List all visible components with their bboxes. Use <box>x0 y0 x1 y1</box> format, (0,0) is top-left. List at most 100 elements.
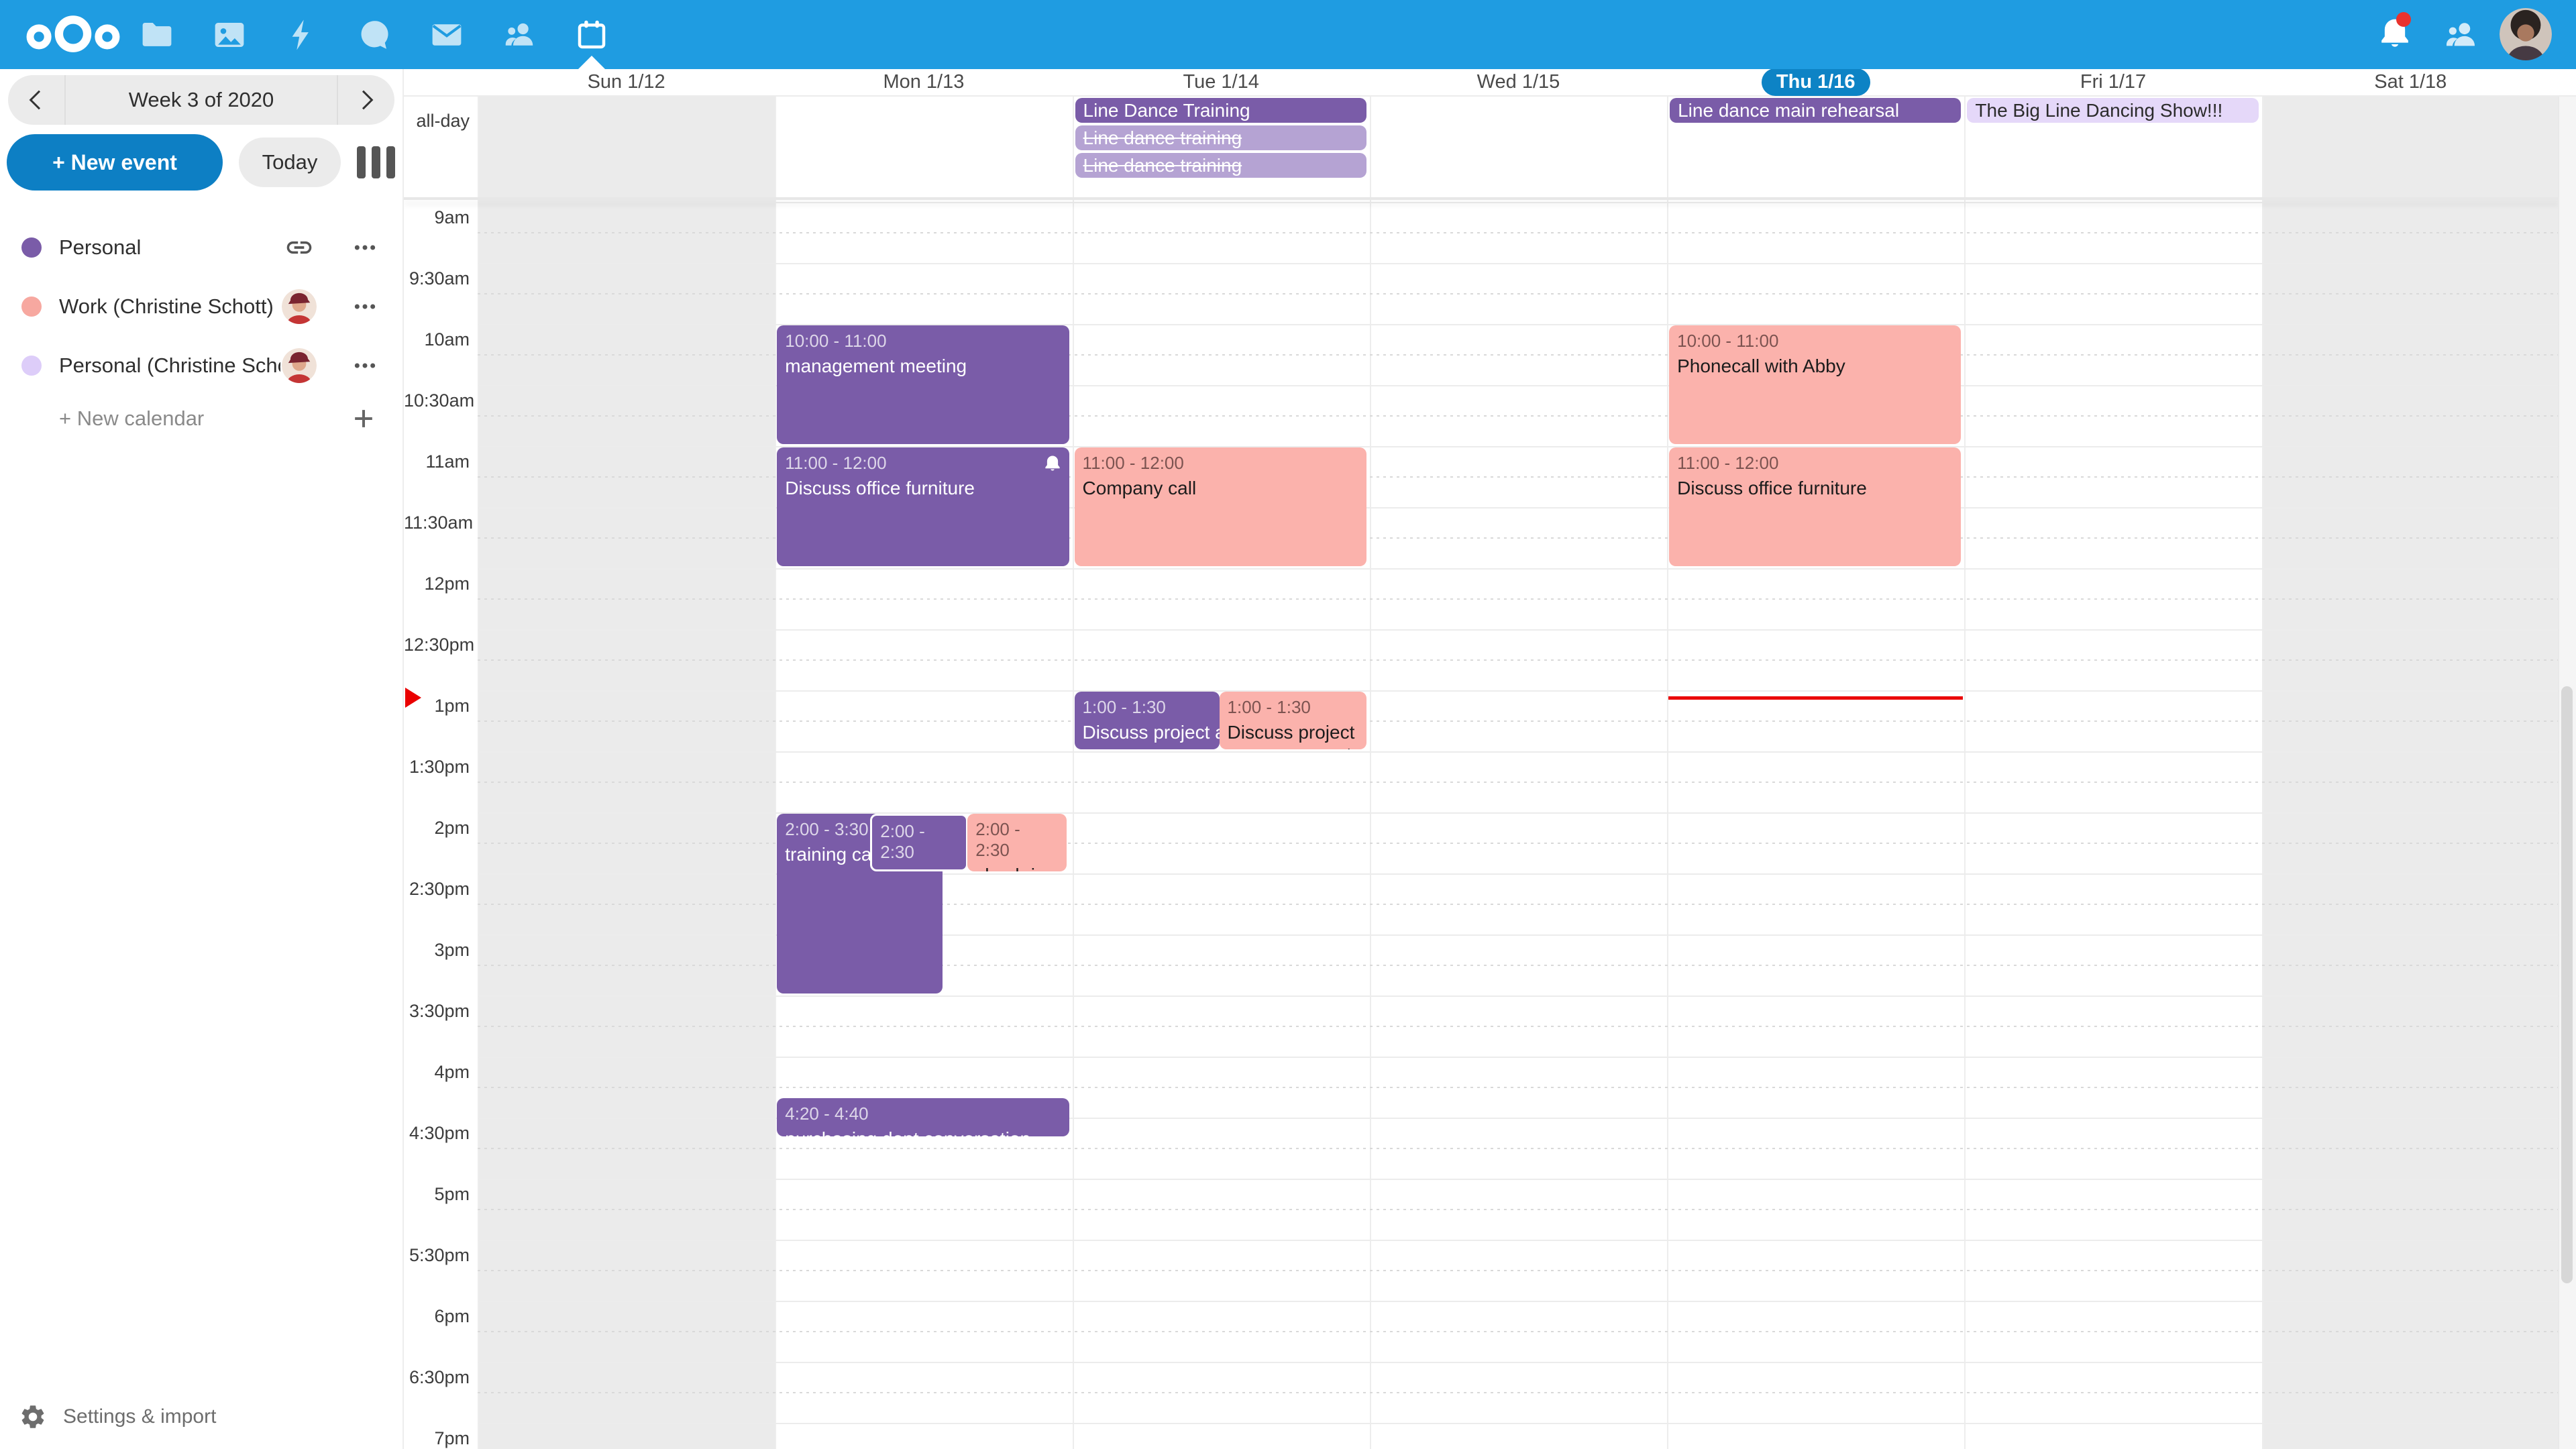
grid-line-half-hour <box>478 1423 2559 1424</box>
allday-event[interactable]: Line dance training <box>1075 125 1366 150</box>
calendar-actions-menu-icon[interactable] <box>350 292 380 321</box>
calendar-name: Personal <box>59 235 141 260</box>
current-time-line <box>1668 696 1963 700</box>
time-gutter-label: 11:30am <box>404 513 470 533</box>
day-header-thu[interactable]: Thu 1/16 <box>1667 69 1964 95</box>
event-title: Discuss project announcement <box>1228 721 1358 749</box>
calendar-list: Personal Work (Christine Schott) Personal … <box>0 218 402 395</box>
event-check-in[interactable]: 2:00 - 2:30check-in <box>967 814 1067 871</box>
calendar-actions-menu-icon[interactable] <box>350 351 380 380</box>
allday-event[interactable]: Line Dance Training <box>1075 98 1366 123</box>
day-header-wed[interactable]: Wed 1/15 <box>1370 69 1667 95</box>
grid-line-half-hour <box>478 1240 2559 1241</box>
settings-import-label: Settings & import <box>63 1405 216 1428</box>
new-event-button[interactable]: + New event <box>7 134 223 191</box>
time-gutter-label: 9:30am <box>404 268 470 289</box>
grid-line-half-hour <box>478 1301 2559 1302</box>
event-company-call[interactable]: 11:00 - 12:00Company call <box>1075 447 1366 566</box>
event-title: Phonecall with Abby <box>1677 355 1953 377</box>
app-mail-icon[interactable] <box>411 0 483 69</box>
view-bar <box>372 146 380 178</box>
previous-week-button[interactable] <box>8 75 64 125</box>
weekend-column-background <box>2262 95 2559 1449</box>
day-header-tue[interactable]: Tue 1/14 <box>1073 69 1370 95</box>
time-gutter-label: 10:30am <box>404 390 470 411</box>
day-header-mon[interactable]: Mon 1/13 <box>775 69 1072 95</box>
day-header-fri[interactable]: Fri 1/17 <box>1964 69 2261 95</box>
event-purchasing-dept-conversation[interactable]: 4:20 - 4:40purchasing dept conversation <box>777 1098 1069 1136</box>
calendar-name: Personal (Christine Scho... <box>59 354 280 378</box>
contacts-menu-icon[interactable] <box>2442 16 2479 54</box>
view-bar <box>386 146 395 178</box>
week-label[interactable]: Week 3 of 2020 <box>64 75 338 125</box>
app-talk-icon[interactable] <box>338 0 411 69</box>
notifications-bell-icon[interactable] <box>2376 16 2414 54</box>
allday-event[interactable]: The Big Line Dancing Show!!! <box>1967 98 2258 123</box>
event-phonecall-with-abby[interactable]: 10:00 - 11:00Phonecall with Abby <box>1669 325 1961 444</box>
day-column-divider <box>2262 69 2263 1449</box>
allday-event[interactable]: Line dance training <box>1075 153 1366 178</box>
event-discuss-office-furniture[interactable]: 11:00 - 12:00Discuss office furniture <box>1669 447 1961 566</box>
event-discuss-project-announcement[interactable]: 1:00 - 1:30 Discuss project announcement <box>1075 692 1220 749</box>
event-check-in[interactable]: 2:00 - 2:30check-in <box>870 814 968 871</box>
time-gutter-label: 11am <box>404 451 470 472</box>
grid-line-quarter-hour <box>478 1087 2559 1088</box>
day-header-label: Mon 1/13 <box>883 71 964 93</box>
calendar-list-item[interactable]: Personal <box>0 218 402 277</box>
day-header-row: Sun 1/12 Mon 1/13 Tue 1/14Wed 1/15Thu 1/16… <box>404 69 2576 97</box>
time-gutter-label: 6pm <box>404 1306 470 1327</box>
app-photos-icon[interactable] <box>193 0 266 69</box>
grid-line-half-hour <box>478 1362 2559 1363</box>
allday-event[interactable]: Line dance main rehearsal <box>1670 98 1961 123</box>
event-discuss-project-announcement[interactable]: 1:00 - 1:30Discuss project announcement <box>1220 692 1366 749</box>
app-contacts-icon[interactable] <box>483 0 555 69</box>
scrollbar-thumb[interactable] <box>2561 686 2573 1283</box>
settings-import-button[interactable]: Settings & import <box>0 1395 402 1438</box>
grid-line-quarter-hour <box>478 1392 2559 1393</box>
weekend-column-background <box>478 95 775 1449</box>
nextcloud-logo[interactable] <box>23 13 123 55</box>
event-time: 2:00 - 2:30 <box>880 821 958 863</box>
event-time: 11:00 - 12:00 <box>785 453 1061 474</box>
grid-line-half-hour <box>478 690 2559 692</box>
event-time: 1:00 - 1:30 <box>1083 697 1212 718</box>
event-title: Discuss project announcement <box>1083 721 1212 743</box>
grid-line-half-hour <box>478 1179 2559 1180</box>
calendar-list-item[interactable]: Personal (Christine Scho... <box>0 336 402 395</box>
calendar-color-dot <box>21 356 42 376</box>
calendar-week-view[interactable]: Sun 1/12 Mon 1/13 Tue 1/14Wed 1/15Thu 1/16… <box>404 69 2576 1449</box>
app-files-icon[interactable] <box>121 0 193 69</box>
notification-badge <box>2396 12 2411 27</box>
day-column-divider <box>1073 69 1074 1449</box>
day-header-sat[interactable]: Sat 1/18 <box>2262 69 2559 95</box>
day-header-label: Sun 1/12 <box>588 71 665 93</box>
next-week-button[interactable] <box>338 75 394 125</box>
today-button[interactable]: Today <box>239 138 341 187</box>
calendar-color-dot <box>21 237 42 258</box>
event-title: Company call <box>1083 477 1358 499</box>
day-column-divider <box>1370 69 1371 1449</box>
share-link-icon[interactable] <box>282 230 317 265</box>
new-calendar-button[interactable]: + New calendar <box>0 395 402 442</box>
day-header-sun[interactable]: Sun 1/12 <box>478 69 775 95</box>
grid-line-quarter-hour <box>478 598 2559 600</box>
calendar-actions-menu-icon[interactable] <box>350 233 380 262</box>
view-switcher-icon[interactable] <box>357 146 395 178</box>
calendar-list-item[interactable]: Work (Christine Schott) <box>0 277 402 336</box>
day-column-divider <box>1964 69 1966 1449</box>
vertical-scrollbar[interactable] <box>2558 69 2576 1449</box>
time-gutter-label: 1:30pm <box>404 757 470 777</box>
grid-line-half-hour <box>478 629 2559 631</box>
grid-line-half-hour <box>478 202 2559 203</box>
allday-row-label: all-day <box>404 111 470 131</box>
time-gutter-label: 10am <box>404 329 470 350</box>
event-discuss-office-furniture[interactable]: 11:00 - 12:00Discuss office furniture <box>777 447 1069 566</box>
allday-grid-divider <box>404 197 2559 200</box>
user-avatar[interactable] <box>2500 8 2552 60</box>
time-gutter-label: 3pm <box>404 940 470 961</box>
grid-line-half-hour <box>478 751 2559 753</box>
event-management-meeting[interactable]: 10:00 - 11:00management meeting <box>777 325 1069 444</box>
app-activity-icon[interactable] <box>266 0 338 69</box>
event-time: 2:00 - 2:30 <box>975 819 1059 861</box>
time-gutter-label: 6:30pm <box>404 1367 470 1388</box>
